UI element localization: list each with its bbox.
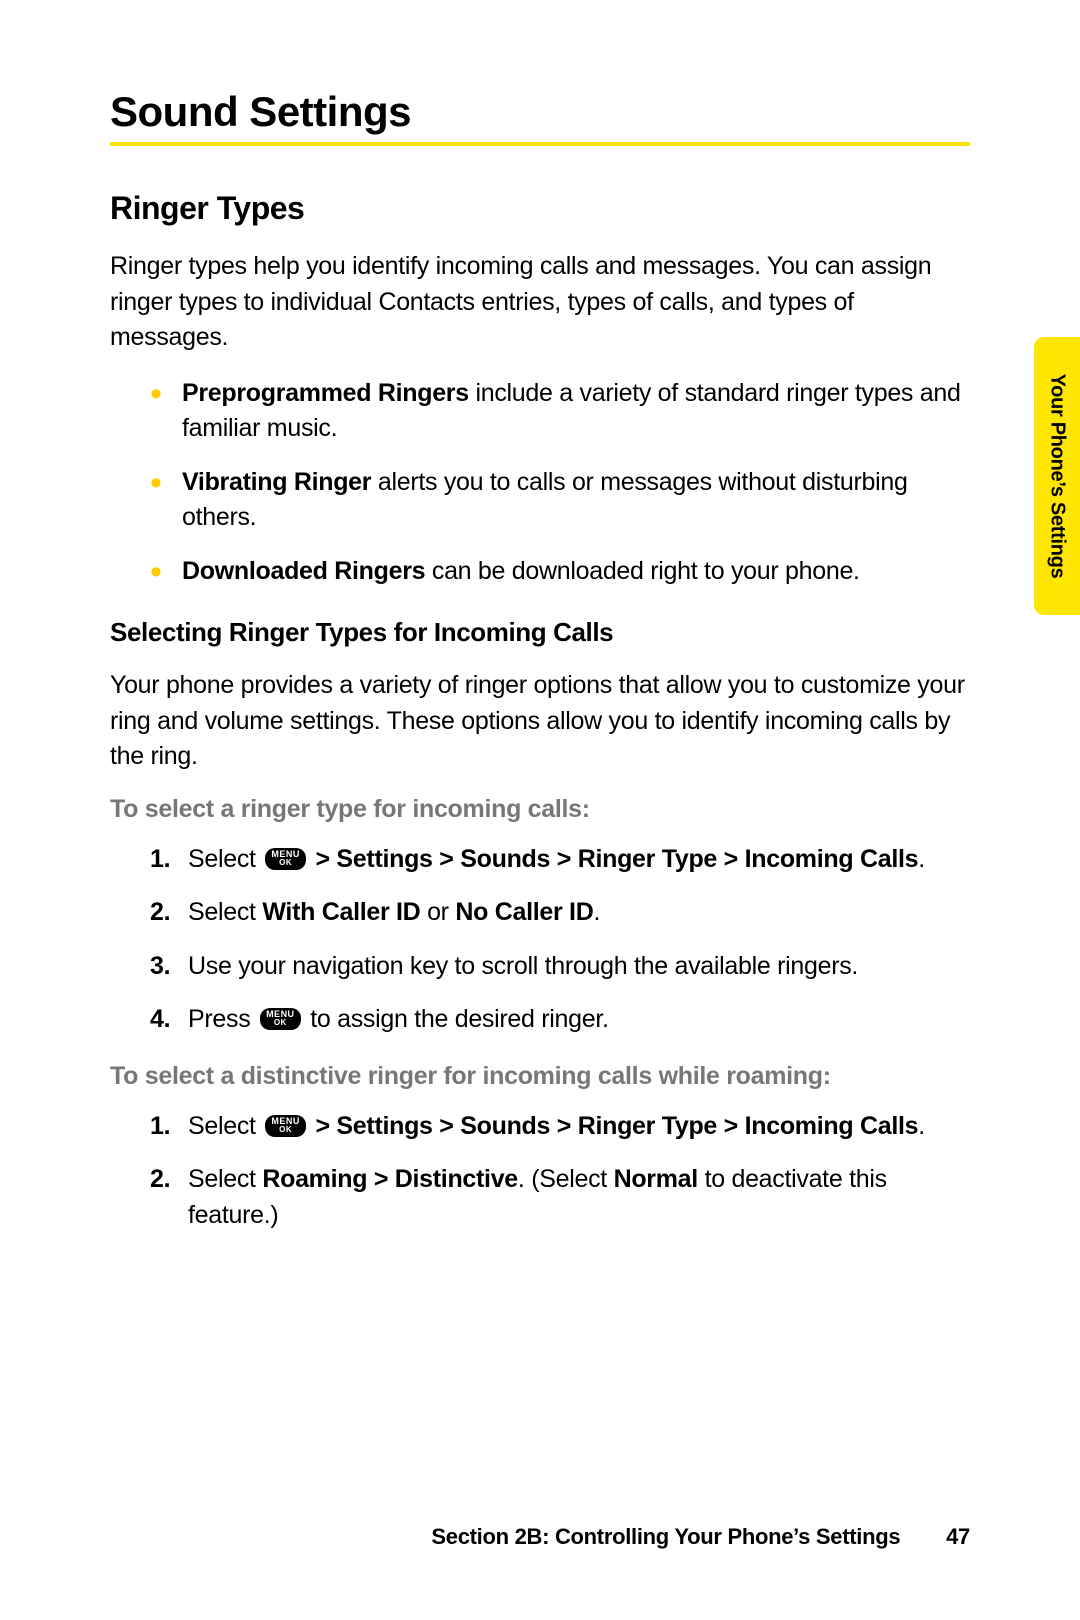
step-number: 4. <box>150 1002 170 1038</box>
step-text-pre: Select <box>188 1112 262 1140</box>
list-item: 3. Use your navigation key to scroll thr… <box>150 949 970 985</box>
menu-ok-key-icon: MENUOK <box>260 1008 301 1030</box>
list-item: Downloaded Ringers can be downloaded rig… <box>150 554 970 590</box>
list-item: Vibrating Ringer alerts you to calls or … <box>150 465 970 536</box>
footer-section: Section 2B: Controlling Your Phone’s Set… <box>431 1524 900 1549</box>
step-text-post: to assign the desired ringer. <box>304 1005 609 1033</box>
bullet-text: can be downloaded right to your phone. <box>425 557 859 585</box>
step-number: 1. <box>150 842 170 878</box>
task-heading-2: To select a distinctive ringer for incom… <box>110 1062 970 1091</box>
main-heading: Sound Settings <box>110 88 970 146</box>
step-text-pre: Press <box>188 1005 257 1033</box>
sub-heading: Ringer Types <box>110 190 970 227</box>
step-text: Use your navigation key to scroll throug… <box>188 952 858 980</box>
bullet-bold: Preprogrammed Ringers <box>182 379 469 407</box>
step-path: > Settings > Sounds > Ringer Type > Inco… <box>309 845 918 873</box>
page-number: 47 <box>946 1524 970 1549</box>
list-item: Preprogrammed Ringers include a variety … <box>150 376 970 447</box>
list-item: 4. Press MENUOK to assign the desired ri… <box>150 1002 970 1038</box>
step-number: 3. <box>150 949 170 985</box>
task2-list: 1. Select MENUOK > Settings > Sounds > R… <box>150 1109 970 1234</box>
step-mid: or <box>420 898 455 926</box>
list-item: 1. Select MENUOK > Settings > Sounds > R… <box>150 1109 970 1145</box>
intro-paragraph: Ringer types help you identify incoming … <box>110 249 970 356</box>
minor-heading: Selecting Ringer Types for Incoming Call… <box>110 617 970 648</box>
bullet-bold: Downloaded Ringers <box>182 557 425 585</box>
task1-list: 1. Select MENUOK > Settings > Sounds > R… <box>150 842 970 1038</box>
step-path: > Settings > Sounds > Ringer Type > Inco… <box>309 1112 918 1140</box>
step-number: 2. <box>150 895 170 931</box>
step-bold: Roaming > Distinctive <box>262 1165 518 1193</box>
task-heading-1: To select a ringer type for incoming cal… <box>110 795 970 824</box>
step-text-pre: Select <box>188 898 262 926</box>
menu-ok-key-icon: MENUOK <box>265 848 306 870</box>
page-footer: Section 2B: Controlling Your Phone’s Set… <box>110 1524 970 1550</box>
menu-ok-key-icon: MENUOK <box>265 1115 306 1137</box>
list-item: 2. Select Roaming > Distinctive. (Select… <box>150 1162 970 1233</box>
step-number: 1. <box>150 1109 170 1145</box>
selecting-paragraph: Your phone provides a variety of ringer … <box>110 668 970 775</box>
step-mid: . (Select <box>518 1165 614 1193</box>
step-number: 2. <box>150 1162 170 1198</box>
step-text-pre: Select <box>188 1165 262 1193</box>
step-bold: With Caller ID <box>262 898 420 926</box>
page-content: Sound Settings Ringer Types Ringer types… <box>0 0 1080 1233</box>
step-text-pre: Select <box>188 845 262 873</box>
list-item: 2. Select With Caller ID or No Caller ID… <box>150 895 970 931</box>
step-end: . <box>918 845 925 873</box>
ringer-bullet-list: Preprogrammed Ringers include a variety … <box>150 376 970 590</box>
list-item: 1. Select MENUOK > Settings > Sounds > R… <box>150 842 970 878</box>
step-end: . <box>918 1112 925 1140</box>
step-bold: No Caller ID <box>455 898 593 926</box>
step-end: . <box>593 898 600 926</box>
bullet-bold: Vibrating Ringer <box>182 468 371 496</box>
step-bold: Normal <box>614 1165 698 1193</box>
